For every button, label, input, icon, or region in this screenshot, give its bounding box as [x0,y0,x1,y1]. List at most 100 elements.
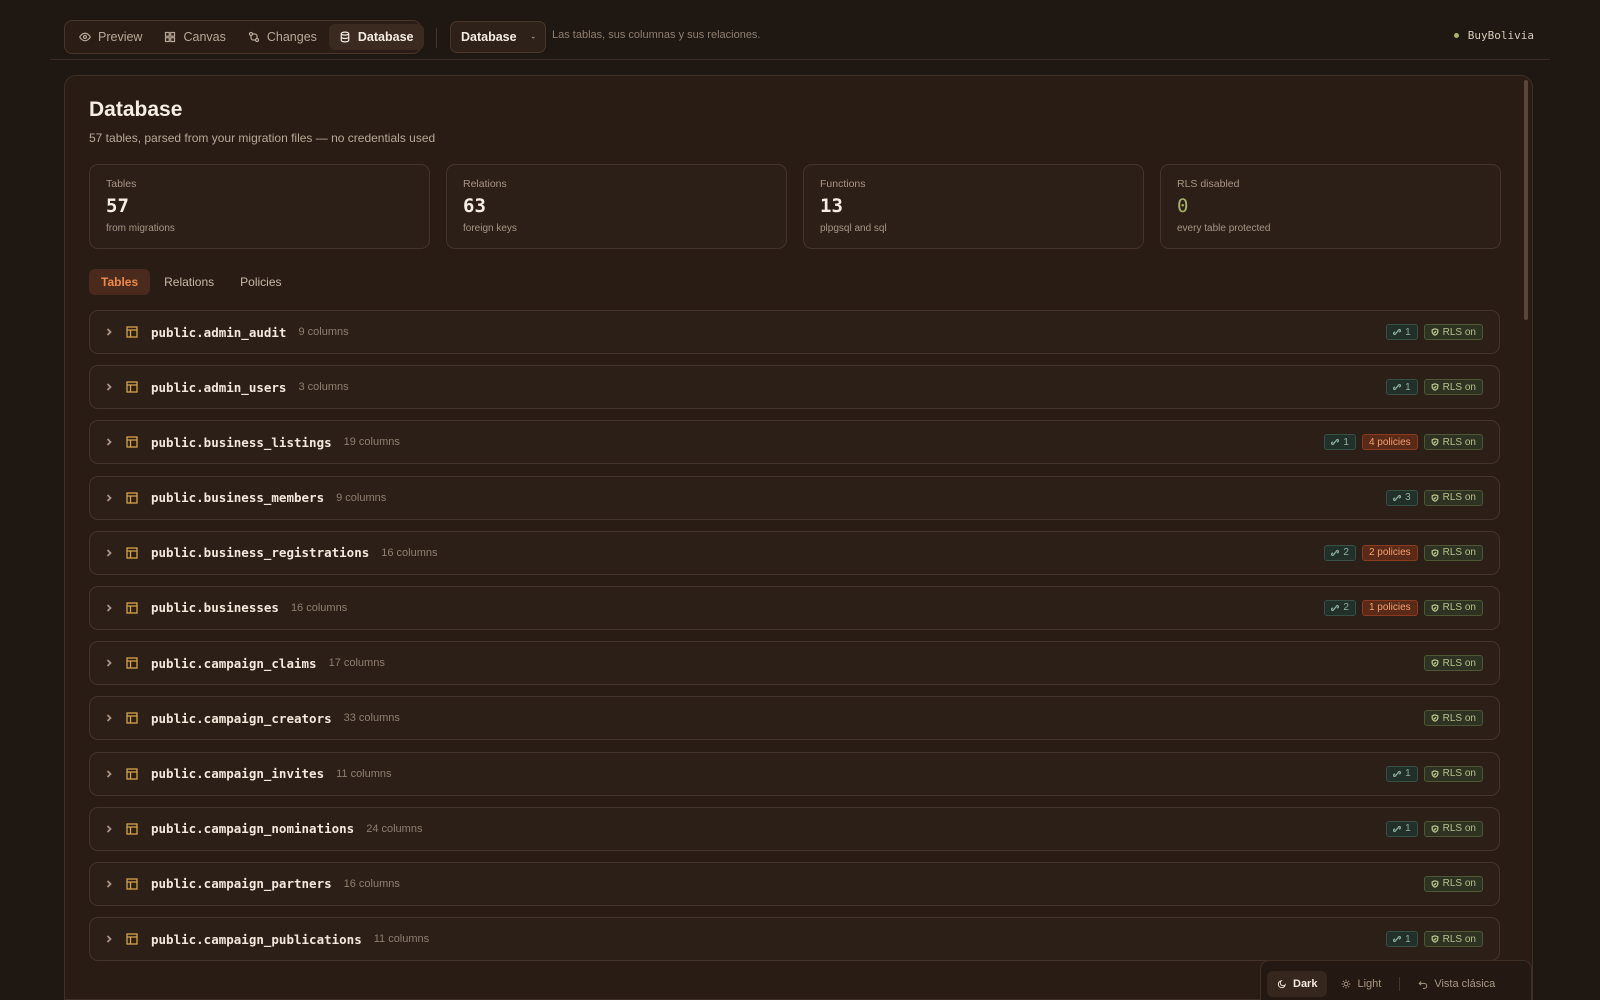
view-switcher: Preview Canvas Changes Database [64,20,424,54]
rls-label: RLS on [1442,436,1476,448]
column-count: 9 columns [336,491,387,504]
tab-changes[interactable]: Changes [238,24,327,50]
classic-view-option[interactable]: Vista clásica [1408,971,1505,997]
relations-count: 1 [1405,381,1411,393]
table-row[interactable]: public.campaign_creators 33 columns RLS on [89,696,1500,741]
relations-count: 2 [1343,547,1349,559]
chevron-right-icon[interactable] [104,713,114,723]
table-icon [126,712,138,724]
link-icon [1393,770,1402,777]
stat-value: 63 [463,195,486,217]
relations-badge: 1 [1386,379,1418,396]
chevron-right-icon[interactable] [104,437,114,447]
stats-row: Tables 57 from migrations Relations 63 f… [89,164,1501,249]
theme-toggle: Dark Light Vista clásica [1260,960,1532,1000]
chevron-right-icon[interactable] [104,824,114,834]
shield-check-icon [1431,383,1439,392]
rls-badge: RLS on [1423,379,1483,396]
table-badges: 1 RLS on [1386,379,1483,396]
rls-badge: RLS on [1423,765,1483,782]
rls-badge: RLS on [1423,931,1483,948]
table-row[interactable]: public.business_members 9 columns 3 RLS on [89,475,1500,520]
table-badges: RLS on [1423,655,1483,672]
database-icon [340,31,350,43]
relations-count: 1 [1405,933,1411,945]
chevron-right-icon[interactable] [104,327,114,337]
stat-sub: plpgsql and sql [820,223,887,234]
table-name: public.campaign_creators [151,710,332,726]
column-count: 16 columns [343,877,400,890]
divider [436,28,437,48]
tab-policies[interactable]: Policies [228,269,293,295]
chevron-right-icon[interactable] [104,658,114,668]
table-icon [126,326,138,338]
table-icon [126,602,138,614]
table-icon [126,547,138,559]
relations-badge: 1 [1386,324,1418,340]
column-count: 16 columns [381,546,438,559]
rls-badge: RLS on [1423,710,1483,727]
chevron-right-icon[interactable] [104,603,114,613]
rls-badge: RLS on [1423,324,1483,340]
tab-preview[interactable]: Preview [69,24,152,50]
scrollbar[interactable] [1524,80,1528,320]
table-row[interactable]: public.campaign_nominations 24 columns 1 RL… [89,806,1500,851]
rls-label: RLS on [1442,878,1476,890]
table-row[interactable]: public.campaign_partners 16 columns RLS on [89,861,1500,906]
rls-badge: RLS on [1423,599,1483,616]
relations-count: 1 [1405,823,1411,835]
chevron-right-icon[interactable] [104,493,114,503]
chevron-right-icon[interactable] [104,382,114,392]
link-icon [1393,825,1402,832]
relations-count: 1 [1405,326,1411,338]
rls-label: RLS on [1442,823,1476,835]
policies-badge: 4 policies [1361,434,1418,451]
rls-label: RLS on [1442,602,1476,614]
table-row[interactable]: public.campaign_publications 11 columns 1 R… [89,917,1500,962]
table-row[interactable]: public.admin_audit 9 columns 1 RLS on [89,310,1500,354]
table-name: public.business_registrations [151,545,370,561]
shield-check-icon [1431,714,1439,723]
rls-label: RLS on [1442,326,1476,338]
chevron-right-icon[interactable] [104,769,114,779]
stat-card-tables: Tables 57 from migrations [89,164,430,249]
chevron-down-icon [531,36,535,39]
tab-database[interactable]: Database [328,24,424,50]
stat-card-functions: Functions 13 plpgsql and sql [803,164,1144,249]
table-name: public.admin_users [151,379,287,395]
tab-tables[interactable]: Tables [89,269,151,295]
shield-check-icon [1431,548,1439,557]
eye-icon [79,32,91,42]
table-badges: 2 1 policies RLS on [1324,599,1483,616]
tab-relations[interactable]: Relations [152,269,226,295]
link-icon [1331,549,1340,556]
chevron-right-icon[interactable] [104,934,114,944]
table-row[interactable]: public.campaign_invites 11 columns 1 RLS on [89,751,1500,796]
stat-label: RLS disabled [1177,178,1240,190]
chevron-right-icon[interactable] [104,548,114,558]
stat-sub: foreign keys [463,223,517,234]
tab-database-label: Database [357,30,414,44]
table-icon [126,381,138,393]
link-icon [1393,936,1402,943]
column-count: 3 columns [298,381,349,394]
shield-check-icon [1431,328,1439,336]
status-dot-icon [1453,33,1459,38]
undo-icon [1418,980,1428,989]
table-row[interactable]: public.admin_users 3 columns 1 RLS on [89,365,1500,410]
shield-check-icon [1431,438,1439,447]
theme-dark-option[interactable]: Dark [1267,970,1328,997]
table-row[interactable]: public.business_registrations 16 columns 2… [89,530,1500,575]
tab-canvas[interactable]: Canvas [154,24,235,50]
chevron-right-icon[interactable] [104,879,114,889]
theme-light-option[interactable]: Light [1331,971,1391,997]
view-dropdown[interactable]: Database [450,21,546,53]
tab-preview-label: Preview [98,30,143,44]
table-row[interactable]: public.business_listings 19 columns 1 4 pol… [89,420,1500,465]
rls-badge: RLS on [1423,544,1483,561]
table-row[interactable]: public.campaign_claims 17 columns RLS on [89,641,1500,686]
table-row[interactable]: public.businesses 16 columns 2 1 policies RL… [89,585,1500,630]
classic-view-label: Vista clásica [1434,977,1496,990]
view-dropdown-label: Database [461,30,517,44]
table-badges: 1 RLS on [1386,820,1483,837]
